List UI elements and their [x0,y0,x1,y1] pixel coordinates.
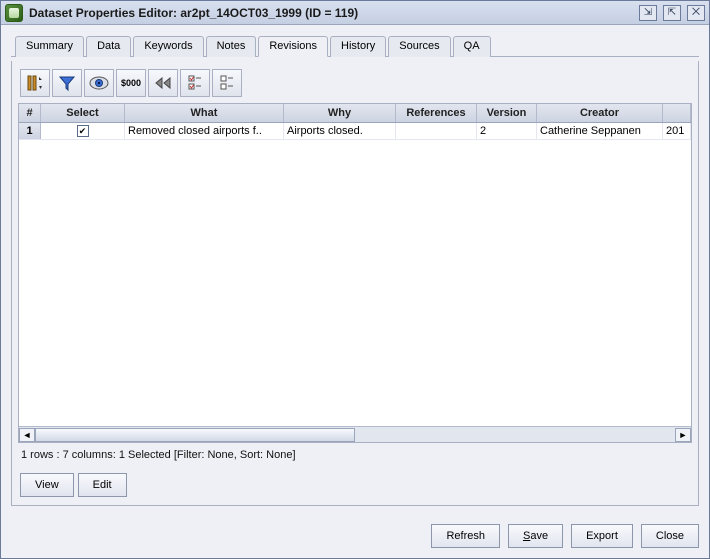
rewind-icon[interactable] [148,69,178,97]
tab-revisions[interactable]: Revisions [258,36,328,57]
tab-notes[interactable]: Notes [206,36,257,57]
table-header-row: # Select What Why References Version Cre… [19,104,691,123]
col-header-select[interactable]: Select [41,104,125,122]
maximize-icon[interactable]: ⇱ [663,5,681,21]
tab-keywords[interactable]: Keywords [133,36,203,57]
row-checkbox[interactable] [77,125,89,137]
cell-why: Airports closed. [284,123,396,139]
tab-summary[interactable]: Summary [15,36,84,57]
col-header-creator[interactable]: Creator [537,104,663,122]
edit-button[interactable]: Edit [78,473,127,497]
tab-bar: Summary Data Keywords Notes Revisions Hi… [11,35,699,57]
tab-sources[interactable]: Sources [388,36,450,57]
minimize-to-tray-icon[interactable]: ⇲ [639,5,657,21]
scroll-left-icon[interactable]: ◄ [19,428,35,442]
cell-what: Removed closed airports f.. [125,123,284,139]
cell-creator: Catherine Seppanen [537,123,663,139]
col-header-date[interactable] [663,104,691,122]
col-header-version[interactable]: Version [477,104,537,122]
filter-icon[interactable] [52,69,82,97]
cell-references [396,123,477,139]
panel-buttons: View Edit [18,467,692,499]
col-header-why[interactable]: Why [284,104,396,122]
save-button[interactable]: Save [508,524,563,548]
cell-rownum: 1 [19,123,41,139]
refresh-button[interactable]: Refresh [431,524,500,548]
table-body: 1 Removed closed airports f.. Airports c… [19,123,691,426]
col-header-references[interactable]: References [396,104,477,122]
tab-panel-revisions: $000 # Select What Why References [11,61,699,506]
col-header-index[interactable]: # [19,104,41,122]
content-area: Summary Data Keywords Notes Revisions Hi… [1,25,709,516]
close-button[interactable]: Close [641,524,699,548]
eye-icon[interactable] [84,69,114,97]
app-icon [5,4,23,22]
cell-select[interactable] [41,123,125,139]
table-row[interactable]: 1 Removed closed airports f.. Airports c… [19,123,691,140]
status-bar: 1 rows : 7 columns: 1 Selected [Filter: … [18,447,692,463]
window-frame: Dataset Properties Editor: ar2pt_14OCT03… [0,0,710,559]
close-icon[interactable]: ⨉ [687,5,705,21]
col-header-what[interactable]: What [125,104,284,122]
checklist-a-icon[interactable] [180,69,210,97]
scroll-track[interactable] [35,428,675,442]
cell-version: 2 [477,123,537,139]
checklist-b-icon[interactable] [212,69,242,97]
cell-date: 201 [663,123,691,139]
window-title: Dataset Properties Editor: ar2pt_14OCT03… [29,6,633,20]
tab-data[interactable]: Data [86,36,131,57]
currency-icon[interactable]: $000 [116,69,146,97]
export-button[interactable]: Export [571,524,633,548]
titlebar: Dataset Properties Editor: ar2pt_14OCT03… [1,1,709,25]
view-button[interactable]: View [20,473,74,497]
scroll-thumb[interactable] [35,428,355,442]
tab-history[interactable]: History [330,36,386,57]
revisions-table: # Select What Why References Version Cre… [18,103,692,443]
scroll-right-icon[interactable]: ► [675,428,691,442]
tab-qa[interactable]: QA [453,36,491,57]
sort-columns-icon[interactable] [20,69,50,97]
toolbar: $000 [18,67,692,99]
footer-buttons: Refresh Save Export Close [1,516,709,558]
horizontal-scrollbar[interactable]: ◄ ► [19,426,691,442]
window-controls: ⇲ ⇱ ⨉ [639,5,705,21]
